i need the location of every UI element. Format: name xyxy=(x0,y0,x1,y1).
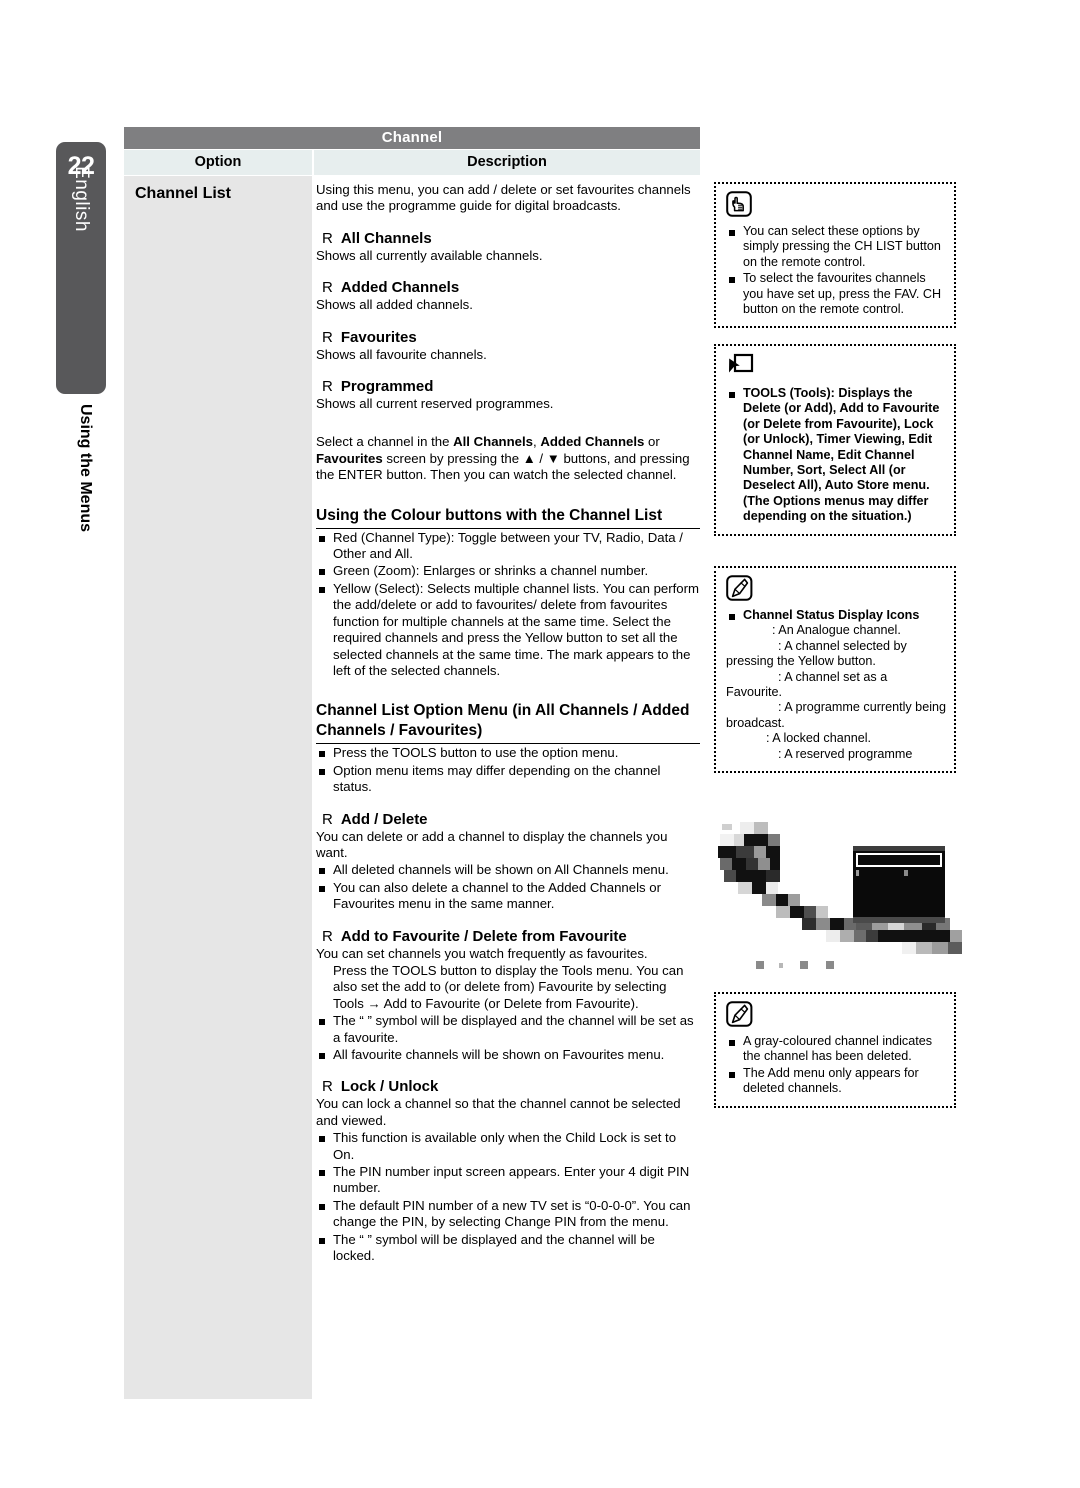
channel-table: Channel Option Description Channel List … xyxy=(124,127,700,1399)
body-all-channels: Shows all currently available channels. xyxy=(316,247,543,263)
subhead-add-to-favourite: R Add to Favourite / Delete from Favourit… xyxy=(316,927,700,946)
list-item: Yellow (Select): Selects multiple channe… xyxy=(316,581,700,679)
list-item: Option menu items may differ depending o… xyxy=(316,763,700,796)
note-box-ch-list: You can select these options by simply p… xyxy=(714,182,956,329)
list-item: The “ ” symbol will be displayed and the… xyxy=(316,1013,700,1046)
option-channel-list: Channel List xyxy=(135,185,232,202)
description-column: Using this menu, you can add / delete or… xyxy=(314,176,700,1399)
note-status-title-list: Channel Status Display Icons xyxy=(726,608,946,623)
list-item: A gray-coloured channel indicates the ch… xyxy=(726,1034,946,1065)
r-mark-icon: R xyxy=(322,810,333,828)
list-item: To select the favourites channels you ha… xyxy=(726,271,946,317)
list-item: You can select these options by simply p… xyxy=(726,224,946,270)
select-channel-paragraph: Select a channel in the All Channels, Ad… xyxy=(316,434,690,483)
r-mark-icon: R xyxy=(322,1078,333,1096)
subhead-text: Add to Favourite / Delete from Favourite xyxy=(340,927,627,945)
r-mark-icon: R xyxy=(322,927,333,945)
tools-cursor-icon xyxy=(726,353,946,384)
list-item: Green (Zoom): Enlarges or shrinks a chan… xyxy=(316,563,700,579)
colour-buttons-list: Red (Channel Type): Toggle between your … xyxy=(316,530,700,680)
subhead-text: Add / Delete xyxy=(340,810,428,828)
favourite-list: Press the TOOLS button to display the To… xyxy=(316,963,700,1063)
list-item: This function is available only when the… xyxy=(316,1130,700,1163)
table-body: Channel List Using this menu, you can ad… xyxy=(124,176,700,1399)
column-header-option: Option xyxy=(124,150,312,175)
note-list: A gray-coloured channel indicates the ch… xyxy=(726,1034,946,1097)
r-mark-icon: R xyxy=(322,279,333,297)
subhead-added-channels: R Added Channels xyxy=(316,278,700,297)
body-add-to-favourite: You can set channels you watch frequentl… xyxy=(316,945,648,961)
r-mark-icon: R xyxy=(322,378,333,396)
hand-press-icon xyxy=(726,191,946,222)
list-item: Press the TOOLS button to use the option… xyxy=(316,745,700,761)
status-line: : A reserved programme xyxy=(778,746,913,761)
intro-paragraph: Using this menu, you can add / delete or… xyxy=(316,182,691,214)
r-mark-icon: R xyxy=(322,328,333,346)
list-item: The Add menu only appears for deleted ch… xyxy=(726,1066,946,1097)
list-item: Channel Status Display Icons xyxy=(726,608,946,623)
body-favourites: Shows all favourite channels. xyxy=(316,346,487,362)
note-list: You can select these options by simply p… xyxy=(726,224,946,317)
body-lock-unlock: You can lock a channel so that the chann… xyxy=(316,1096,681,1128)
list-item: Red (Channel Type): Toggle between your … xyxy=(316,530,700,563)
note-box-channel-status: Channel Status Display Icons : An Analog… xyxy=(714,566,956,774)
subhead-programmed: R Programmed xyxy=(316,377,700,396)
list-item-note: Press the TOOLS button to display the To… xyxy=(333,962,684,1011)
add-delete-list: All deleted channels will be shown on Al… xyxy=(316,862,700,912)
subhead-text: Added Channels xyxy=(340,279,460,297)
subhead-all-channels: R All Channels xyxy=(316,229,700,248)
page-tab: 22 English xyxy=(56,142,106,394)
status-line: : A channel selected by pressing the Yel… xyxy=(726,638,907,669)
option-column: Channel List xyxy=(124,176,312,1399)
status-line: : A locked channel. xyxy=(766,731,872,746)
status-line: : A channel set as a Favourite. xyxy=(726,669,888,700)
subhead-favourites: R Favourites xyxy=(316,328,700,347)
list-item: The “ ” symbol will be displayed and the… xyxy=(316,1232,700,1265)
body-add-delete: You can delete or add a channel to displ… xyxy=(316,828,668,860)
column-header-description: Description xyxy=(314,150,700,175)
list-item: The default PIN number of a new TV set i… xyxy=(316,1198,700,1231)
status-line: : A programme currently being broadcast. xyxy=(726,700,946,730)
table-title: Channel xyxy=(124,127,700,149)
list-item: All favourite channels will be shown on … xyxy=(316,1047,700,1063)
list-item: TOOLS (Tools): Displays the Delete (or A… xyxy=(726,386,946,525)
body-programmed: Shows all current reserved programmes. xyxy=(316,396,554,412)
subhead-text: Favourites xyxy=(340,328,417,346)
option-menu-list: Press the TOOLS button to use the option… xyxy=(316,745,700,795)
status-line: : An Analogue channel. xyxy=(772,623,901,638)
subhead-text: Lock / Unlock xyxy=(340,1078,439,1096)
note-pencil-icon xyxy=(726,575,946,606)
list-item: The PIN number input screen appears. Ent… xyxy=(316,1164,700,1197)
note-pencil-icon xyxy=(726,1001,946,1032)
language-label: English xyxy=(71,166,92,232)
subhead-text: All Channels xyxy=(340,229,432,247)
body-added-channels: Shows all added channels. xyxy=(316,297,473,313)
tv-menu-illustration xyxy=(716,818,966,970)
subhead-lock-unlock: R Lock / Unlock xyxy=(316,1077,700,1096)
note-list: TOOLS (Tools): Displays the Delete (or A… xyxy=(726,386,946,525)
subhead-text: Programmed xyxy=(340,378,434,396)
note-box-gray-channel: A gray-coloured channel indicates the ch… xyxy=(714,992,956,1108)
list-item: You can also delete a channel to the Add… xyxy=(316,880,700,913)
lock-list: This function is available only when the… xyxy=(316,1130,700,1264)
table-header-row: Option Description xyxy=(124,150,700,175)
chapter-label-text: Using the Menus xyxy=(77,404,94,533)
r-mark-icon: R xyxy=(322,229,333,247)
option-menu-section-title: Channel List Option Menu (in All Channel… xyxy=(316,701,700,745)
colour-buttons-section-title: Using the Colour buttons with the Channe… xyxy=(316,506,700,529)
note-box-tools: TOOLS (Tools): Displays the Delete (or A… xyxy=(714,344,956,536)
subhead-add-delete: R Add / Delete xyxy=(316,810,700,829)
list-item: All deleted channels will be shown on Al… xyxy=(316,862,700,878)
